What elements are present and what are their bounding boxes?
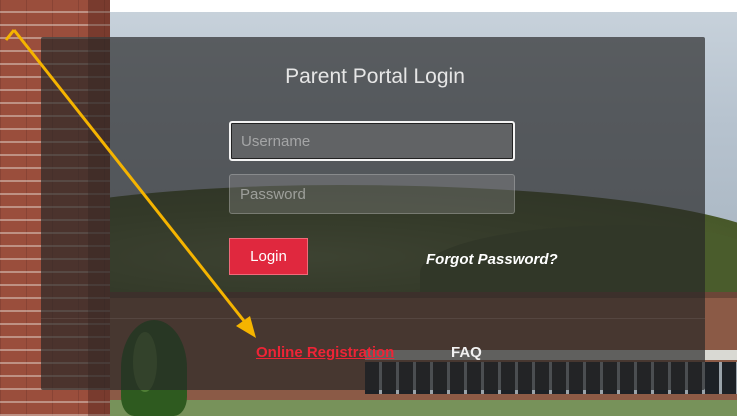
page-title: Parent Portal Login [285,65,465,88]
sky-highlight [0,0,737,12]
panel-divider [41,318,705,319]
lawn [90,400,737,416]
username-input[interactable] [229,121,515,161]
faq-link[interactable]: FAQ [451,344,482,361]
online-registration-link[interactable]: Online Registration [256,344,394,361]
password-input[interactable] [229,174,515,214]
forgot-password-link[interactable]: Forgot Password? [426,251,558,268]
login-button[interactable]: Login [229,238,308,275]
